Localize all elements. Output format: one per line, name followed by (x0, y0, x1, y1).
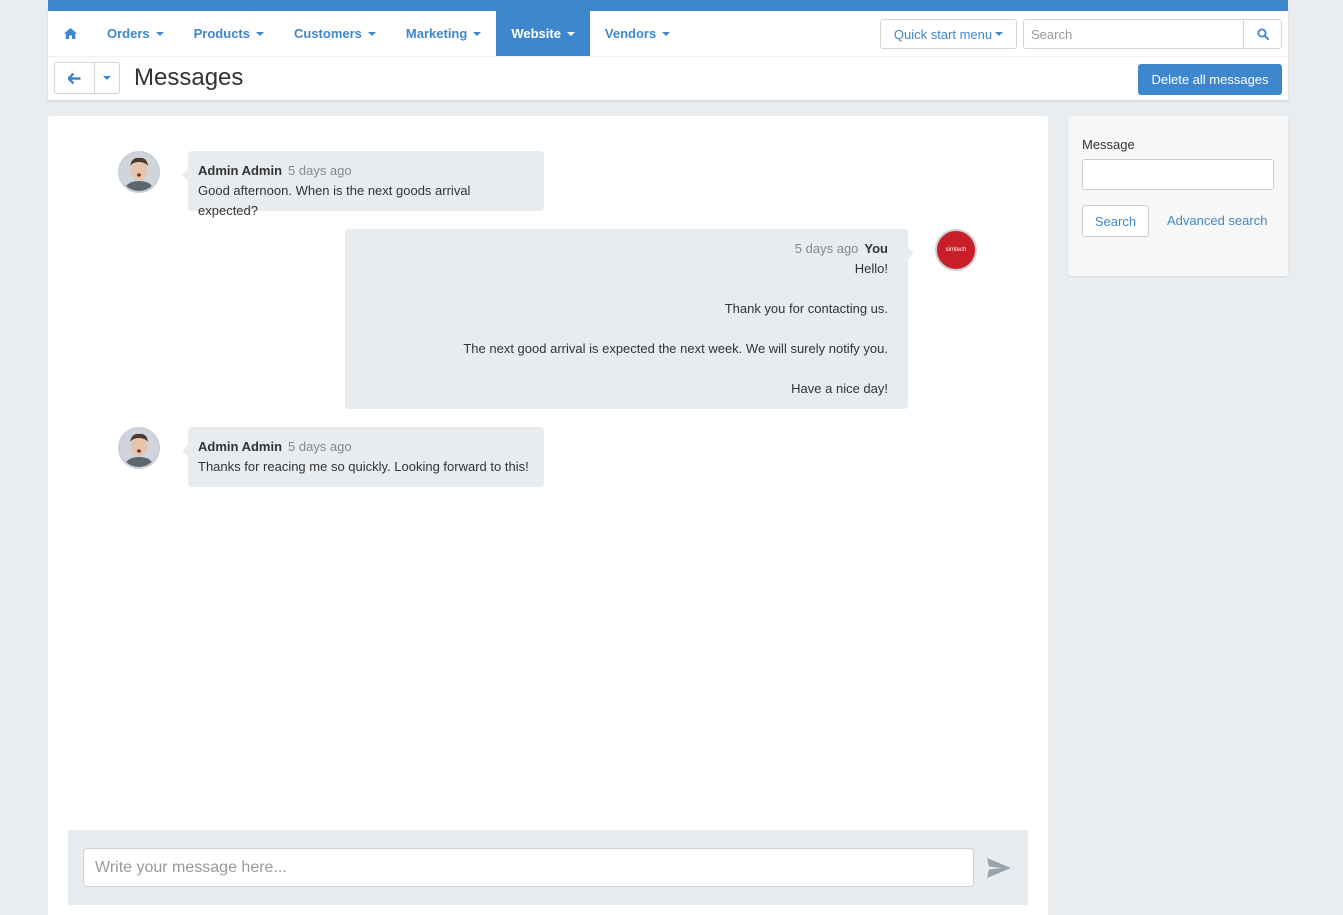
message-text: Good afternoon. When is the next goods a… (198, 183, 471, 218)
global-search-input[interactable] (1024, 20, 1243, 48)
chevron-down-icon (662, 31, 671, 36)
message-composer (68, 830, 1028, 905)
message-text: Thanks for reacing me so quickly. Lookin… (198, 459, 529, 474)
delete-all-messages-button[interactable]: Delete all messages (1138, 64, 1282, 95)
top-accent-bar (48, 0, 1288, 11)
message-text: The next good arrival is expected the ne… (463, 341, 888, 356)
header: Orders Products Customers Marketing Webs… (48, 11, 1288, 100)
avatar (118, 427, 160, 469)
quick-start-menu-label: Quick start menu (893, 26, 993, 42)
message-text: Thank you for contacting us. (724, 301, 888, 316)
nav-customers-label: Customers (293, 26, 362, 41)
message-time: 5 days ago (794, 241, 859, 256)
search-icon (1257, 28, 1269, 40)
chevron-down-icon (155, 31, 164, 36)
message-bubble: Admin Admin 5 days ago Good afternoon. Wh… (182, 151, 544, 218)
chevron-down-icon (367, 31, 376, 36)
global-search-button[interactable] (1243, 20, 1281, 48)
message-text (355, 319, 888, 339)
nav-website-label: Website (511, 26, 561, 41)
user-avatar-icon (120, 153, 158, 191)
message-meta: 5 days ago You (355, 239, 888, 259)
quick-start-menu-button[interactable]: Quick start menu (880, 19, 1017, 49)
back-button[interactable] (55, 63, 95, 93)
send-button[interactable] (986, 857, 1014, 881)
chevron-down-icon (566, 31, 575, 36)
message-text (355, 359, 888, 379)
message-bubble: 5 days ago You Hello! Thank you for conta… (345, 229, 914, 409)
nav-orders-label: Orders (107, 26, 150, 41)
page-title: Messages (134, 64, 244, 91)
nav-orders[interactable]: Orders (92, 11, 179, 56)
message-filter-input[interactable] (1082, 159, 1274, 190)
chevron-down-icon (995, 32, 1004, 36)
nav-divider (48, 56, 1288, 57)
message-text: Have a nice day! (791, 381, 888, 396)
bubble-tail (182, 445, 188, 457)
chevron-down-icon (473, 31, 482, 36)
brand-logo-text: simtech (945, 247, 967, 253)
message-meta: Admin Admin 5 days ago (198, 437, 534, 457)
chat-panel: Admin Admin 5 days ago Good afternoon. Wh… (48, 116, 1048, 915)
nav-products[interactable]: Products (179, 11, 279, 56)
avatar: simtech (935, 229, 977, 271)
chevron-down-icon (255, 31, 264, 36)
main-nav: Orders Products Customers Marketing Webs… (48, 11, 685, 56)
bubble-tail (908, 247, 914, 259)
avatar (118, 151, 160, 193)
chevron-down-icon (103, 76, 111, 80)
nav-vendors[interactable]: Vendors (590, 11, 685, 56)
message-time: 5 days ago (288, 163, 352, 178)
nav-products-label: Products (193, 26, 250, 41)
send-icon (987, 858, 1011, 878)
advanced-search-link[interactable]: Advanced search (1167, 213, 1267, 228)
message-text (355, 279, 888, 299)
message-time: 5 days ago (288, 439, 352, 454)
message-author: You (864, 241, 888, 256)
message-author: Admin Admin (198, 439, 283, 454)
message-input[interactable] (83, 848, 974, 887)
home-icon (63, 28, 77, 39)
message-bubble: Admin Admin 5 days ago Thanks for reacing… (182, 427, 544, 487)
back-button-group (54, 62, 120, 94)
message-meta: Admin Admin 5 days ago (198, 161, 534, 181)
bubble-tail (182, 169, 188, 181)
message-filter-label: Message (1082, 137, 1135, 152)
nav-marketing[interactable]: Marketing (391, 11, 496, 56)
message-text: Hello! (854, 261, 888, 276)
nav-website[interactable]: Website (496, 11, 590, 56)
sidebar-search-button[interactable]: Search (1082, 205, 1149, 237)
nav-vendors-label: Vendors (604, 26, 657, 41)
arrow-left-icon (68, 72, 81, 84)
user-avatar-icon (120, 429, 158, 467)
nav-home[interactable] (48, 11, 92, 56)
message-author: Admin Admin (198, 163, 283, 178)
search-sidebar: Message Search Advanced search (1068, 116, 1288, 276)
global-search (1023, 19, 1282, 49)
nav-customers[interactable]: Customers (279, 11, 391, 56)
back-dropdown-button[interactable] (95, 63, 119, 93)
nav-marketing-label: Marketing (405, 26, 468, 41)
